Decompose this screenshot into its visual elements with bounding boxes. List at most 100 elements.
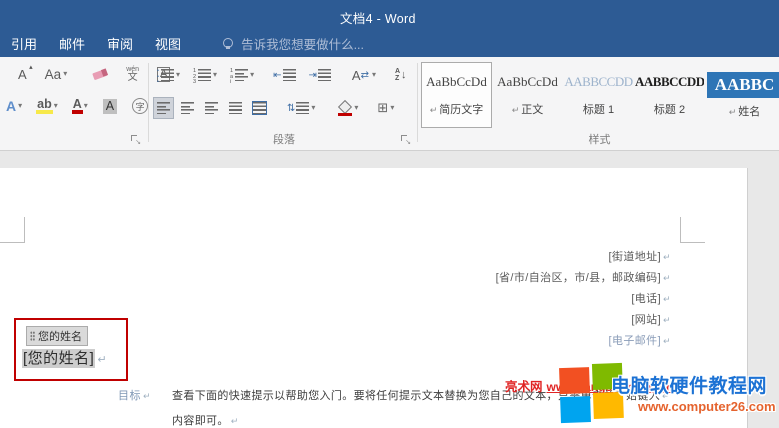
font-dialog-launcher[interactable] bbox=[130, 134, 140, 144]
paragraph-mark-icon: ↵ bbox=[663, 315, 671, 325]
borders-button[interactable]: ⊞▾ bbox=[373, 97, 398, 119]
chevron-down-icon: ▾ bbox=[311, 104, 315, 112]
increase-indent-button[interactable]: ⇥ bbox=[305, 64, 335, 86]
chevron-down-icon: ▾ bbox=[250, 71, 254, 79]
highlight-icon: ab bbox=[37, 98, 52, 115]
contact-fields: [街道地址]↵ [省/市/自治区，市/县，邮政编码]↵ [电话]↵ [网站]↵ … bbox=[496, 247, 671, 352]
justify-icon bbox=[229, 102, 242, 114]
margin-corner-mark bbox=[0, 217, 25, 243]
distribute-icon bbox=[253, 102, 266, 114]
character-shading-button[interactable]: A bbox=[99, 95, 121, 117]
field-email[interactable]: [电子邮件]↵ bbox=[496, 331, 671, 352]
grow-font-icon: A bbox=[18, 67, 27, 82]
asian-layout-icon: A bbox=[352, 68, 361, 83]
bullets-icon: ••• bbox=[157, 69, 159, 81]
phonetic-guide-icon: wén 文 bbox=[126, 66, 139, 83]
tell-me-box[interactable]: 告诉我您想要做什么... bbox=[222, 34, 364, 53]
multilevel-list-button[interactable]: 1ai ▾ bbox=[226, 64, 258, 86]
chevron-down-icon: ▾ bbox=[213, 71, 217, 79]
field-phone[interactable]: [电话]↵ bbox=[496, 289, 671, 310]
font-color-icon: A bbox=[73, 98, 82, 115]
style-resume-text[interactable]: AaBbCcDd ↵简历文字 bbox=[421, 62, 492, 128]
multilevel-list-icon: 1ai bbox=[230, 69, 233, 81]
line-spacing-icon: ⇅ bbox=[287, 103, 295, 114]
line-spacing-button[interactable]: ⇅▾ bbox=[283, 97, 319, 119]
align-right-icon bbox=[205, 102, 218, 114]
paragraph-dialog-launcher[interactable] bbox=[400, 134, 410, 144]
numbering-button[interactable]: 123 ▾ bbox=[189, 64, 221, 86]
lightbulb-icon bbox=[222, 38, 233, 49]
ribbon-tab-bar: 引用 邮件 审阅 视图 告诉我您想要做什么... bbox=[0, 30, 779, 57]
field-website[interactable]: [网站]↵ bbox=[496, 310, 671, 331]
asian-layout-button[interactable]: A⇄▾ bbox=[348, 64, 380, 86]
annotation-red-box: 您的姓名 [您的姓名]↵ bbox=[14, 318, 128, 381]
drag-handle-icon[interactable] bbox=[30, 331, 35, 341]
align-right-button[interactable] bbox=[201, 97, 222, 119]
paragraph-mark-icon: ↵ bbox=[663, 273, 671, 283]
margin-corner-mark bbox=[680, 217, 705, 243]
sort-button[interactable]: AZ ↓ bbox=[391, 64, 411, 86]
enclose-characters-icon: 字 bbox=[132, 98, 148, 114]
tab-view[interactable]: 视图 bbox=[144, 29, 192, 58]
chevron-down-icon: ▾ bbox=[63, 70, 67, 78]
clear-formatting-button[interactable] bbox=[89, 63, 112, 85]
phonetic-guide-button[interactable]: wén 文 bbox=[122, 63, 143, 85]
decrease-indent-button[interactable]: ⇤ bbox=[269, 64, 299, 86]
style-heading-1[interactable]: AABBCCDD 标题 1 bbox=[563, 62, 634, 128]
highlight-color-button[interactable]: ab▾ bbox=[33, 95, 62, 117]
chevron-down-icon: ▾ bbox=[18, 102, 22, 110]
chevron-down-icon: ▾ bbox=[354, 104, 358, 112]
align-center-icon bbox=[181, 102, 194, 114]
align-left-button[interactable] bbox=[153, 97, 174, 119]
linked-style-icon: ↵ bbox=[512, 105, 520, 115]
name-placeholder[interactable]: [您的姓名]↵ bbox=[22, 347, 107, 368]
change-case-button[interactable]: Aa▾ bbox=[41, 63, 72, 85]
style-name[interactable]: AABBC ↵姓名 bbox=[705, 62, 779, 128]
align-center-button[interactable] bbox=[177, 97, 198, 119]
document-page[interactable]: [街道地址]↵ [省/市/自治区，市/县，邮政编码]↵ [电话]↵ [网站]↵ … bbox=[0, 168, 748, 428]
grow-font-button[interactable]: A bbox=[14, 63, 31, 85]
text-effects-icon: A bbox=[6, 98, 16, 114]
character-shading-icon: A bbox=[103, 99, 117, 114]
objective-heading: 目标↵ bbox=[118, 387, 151, 403]
tab-mailings[interactable]: 邮件 bbox=[48, 29, 96, 58]
numbering-icon: 123 bbox=[193, 69, 196, 81]
watermark-computer26-title: 电脑软硬件教程网 bbox=[611, 371, 767, 398]
field-street-address[interactable]: [街道地址]↵ bbox=[496, 247, 671, 268]
paragraph-mark-icon: ↵ bbox=[97, 354, 107, 366]
style-heading-2[interactable]: AABBCCDD 标题 2 bbox=[634, 62, 705, 128]
chevron-down-icon: ▾ bbox=[84, 102, 88, 110]
distribute-button[interactable] bbox=[249, 97, 270, 119]
paragraph-mark-icon: ↵ bbox=[663, 294, 671, 304]
sort-icon: AZ bbox=[395, 68, 400, 82]
font-color-button[interactable]: A▾ bbox=[69, 95, 92, 117]
style-normal[interactable]: AaBbCcDd ↵正文 bbox=[492, 62, 563, 128]
tab-review[interactable]: 审阅 bbox=[96, 29, 144, 58]
paragraph-group-label: 段落 bbox=[150, 131, 418, 147]
styles-group-label: 样式 bbox=[420, 131, 779, 147]
eraser-icon bbox=[93, 68, 108, 80]
chevron-down-icon: ▾ bbox=[176, 71, 180, 79]
paragraph-mark-icon: ↵ bbox=[231, 416, 239, 426]
tell-me-placeholder: 告诉我您想要做什么... bbox=[241, 34, 364, 53]
document-canvas: [街道地址]↵ [省/市/自治区，市/县，邮政编码]↵ [电话]↵ [网站]↵ … bbox=[0, 151, 779, 428]
body-text-line-2: 内容即可。↵ bbox=[172, 412, 239, 428]
field-province-city-postal[interactable]: [省/市/自治区，市/县，邮政编码]↵ bbox=[496, 268, 671, 289]
content-control-tag[interactable]: 您的姓名 bbox=[26, 326, 88, 346]
shading-button[interactable]: ▾ bbox=[334, 97, 362, 119]
text-effects-button[interactable]: A▾ bbox=[2, 95, 26, 117]
chevron-down-icon: ▾ bbox=[390, 104, 394, 112]
title-bar: 文档4 - Word bbox=[0, 0, 779, 30]
paragraph-mark-icon: ↵ bbox=[663, 336, 671, 346]
styles-gallery: AaBbCcDd ↵简历文字 AaBbCcDd ↵正文 AABBCCDD 标题 … bbox=[421, 62, 779, 128]
chevron-down-icon: ▾ bbox=[54, 102, 58, 110]
paragraph-mark-icon: ↵ bbox=[663, 252, 671, 262]
bullets-button[interactable]: ••• ▾ bbox=[153, 64, 184, 86]
tab-references[interactable]: 引用 bbox=[0, 29, 48, 58]
justify-button[interactable] bbox=[225, 97, 246, 119]
borders-icon: ⊞ bbox=[377, 100, 388, 116]
align-left-icon bbox=[157, 102, 170, 114]
window-title: 文档4 - Word bbox=[340, 8, 416, 27]
ribbon: A Aa▾ wén 文 A A▾ ab▾ A▾ A 字 •••▾ 123▾ 1a… bbox=[0, 57, 779, 151]
paragraph-mark-icon: ↵ bbox=[143, 391, 151, 401]
